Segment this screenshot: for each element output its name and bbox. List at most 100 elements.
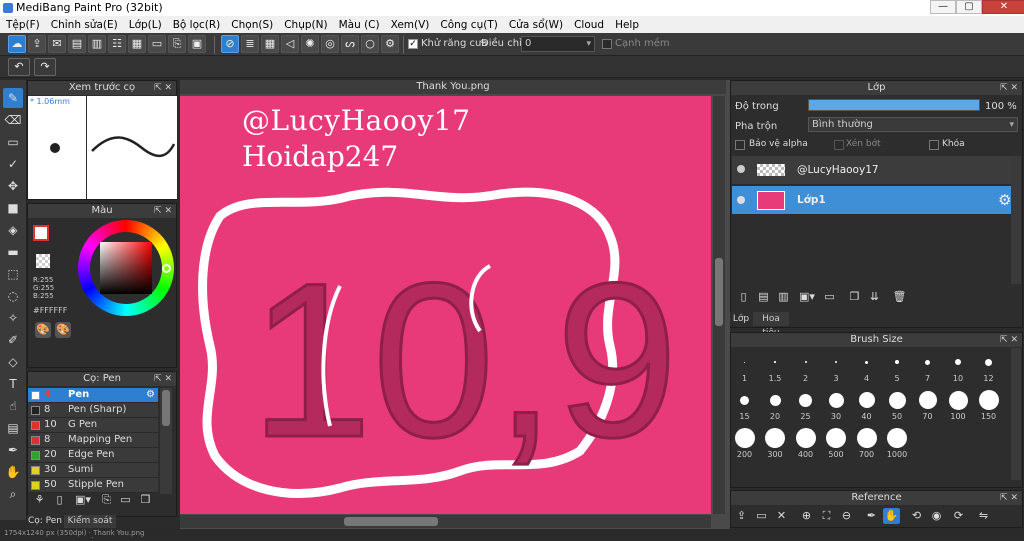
frame-tool-icon[interactable]: ▤ <box>3 418 23 438</box>
hue-handle[interactable] <box>162 264 171 273</box>
curve-snap-icon[interactable]: ᔕ <box>341 35 359 53</box>
cloud-icon[interactable]: ☁ <box>8 35 26 53</box>
canvas-artwork[interactable]: @LucyHaooy17 Hoidap247 10,9 <box>180 96 711 514</box>
gradient-tool-icon[interactable]: ▬ <box>3 242 23 262</box>
duplicate-brush-icon[interactable]: ❐ <box>137 492 154 508</box>
select-tool-icon[interactable]: ⬚ <box>3 264 23 284</box>
gear-icon[interactable]: ⚙ <box>998 191 1011 209</box>
brush-size-option[interactable]: 70 <box>913 390 942 426</box>
menu-view[interactable]: Xem(V) <box>391 19 430 31</box>
brush-list-scrollbar[interactable] <box>160 388 172 494</box>
panel-icon[interactable]: ▥ <box>88 35 106 53</box>
brush-size-option[interactable]: 20 <box>761 390 790 426</box>
palette-add-icon[interactable]: 🎨 <box>55 322 71 338</box>
add-brush-icon[interactable]: ⚘ <box>31 492 48 508</box>
lasso-tool-icon[interactable]: ◌ <box>3 286 23 306</box>
menu-file[interactable]: Tệp(F) <box>6 19 40 31</box>
new-layer-icon[interactable]: ▯ <box>735 289 752 305</box>
circle-snap-icon[interactable]: ○ <box>361 35 379 53</box>
brush-size-option[interactable]: 30 <box>822 390 851 426</box>
brush-size-option[interactable]: 400 <box>791 428 820 464</box>
menu-snap[interactable]: Chụp(N) <box>284 19 327 31</box>
brush-item[interactable]: 30 Sumi <box>28 463 158 478</box>
brush-size-option[interactable]: 150 <box>974 390 1003 426</box>
gear-icon[interactable]: ⚙ <box>146 388 155 402</box>
brush-size-option[interactable]: 700 <box>852 428 881 464</box>
menu-edit[interactable]: Chỉnh sửa(E) <box>51 19 118 31</box>
clipping-checkbox[interactable] <box>834 140 844 150</box>
select-eraser-icon[interactable]: ◇ <box>3 352 23 372</box>
reference-import-icon[interactable]: ⇪ <box>733 508 750 524</box>
flip-icon[interactable]: ⇋ <box>975 508 992 524</box>
brush-item[interactable]: 50 Stipple Pen <box>28 478 158 493</box>
brush-size-option[interactable]: 3 <box>822 352 851 388</box>
brush-size-option[interactable]: 1 <box>730 352 759 388</box>
brush-item[interactable]: 20 Edge Pen <box>28 448 158 463</box>
concentric-snap-icon[interactable]: ◎ <box>321 35 339 53</box>
tab-layer[interactable]: Lớp <box>730 312 752 326</box>
brush-size-option[interactable]: 100 <box>944 390 973 426</box>
reference-open-icon[interactable]: ▭ <box>753 508 770 524</box>
list-icon[interactable]: ☷ <box>108 35 126 53</box>
brush-size-option[interactable]: 300 <box>761 428 790 464</box>
cross-snap-icon[interactable]: ▦ <box>261 35 279 53</box>
brush-size-option[interactable]: 50 <box>883 390 912 426</box>
fit-icon[interactable]: ⛶ <box>818 508 835 524</box>
hue-ring[interactable] <box>78 220 174 316</box>
background-color-swatch[interactable] <box>36 254 50 268</box>
brush-size-option[interactable]: 25 <box>791 390 820 426</box>
blend-mode-select[interactable]: Bình thường <box>808 117 1018 132</box>
shape-tool-icon[interactable]: ■ <box>3 198 23 218</box>
menu-window[interactable]: Cửa sổ(W) <box>509 19 563 31</box>
snap-settings-icon[interactable]: ⚙ <box>381 35 399 53</box>
add-layer-menu-icon[interactable]: ▣▾ <box>795 289 819 305</box>
undo-icon[interactable]: ↶ <box>8 58 30 76</box>
palette-icon[interactable]: 🎨 <box>35 322 51 338</box>
radial-snap-icon[interactable]: ✺ <box>301 35 319 53</box>
brush-size-option[interactable]: 200 <box>730 428 759 464</box>
brush-size-option[interactable]: 1000 <box>883 428 912 464</box>
canvas-horizontal-scrollbar[interactable] <box>180 515 711 528</box>
export-icon[interactable]: ⎘ <box>168 35 186 53</box>
menu-filter[interactable]: Bộ lọc(R) <box>173 19 221 31</box>
select-pen-icon[interactable]: ✐ <box>3 330 23 350</box>
snap-off-icon[interactable]: ⊘ <box>221 35 239 53</box>
layer-folder-icon[interactable]: ▭ <box>821 289 838 305</box>
menu-select[interactable]: Chọn(S) <box>231 19 273 31</box>
canvas-tab[interactable]: Thank You.png <box>180 80 726 94</box>
minimize-button[interactable]: — <box>930 0 956 14</box>
brush-size-option[interactable]: 15 <box>730 390 759 426</box>
magic-wand-icon[interactable]: ✧ <box>3 308 23 328</box>
brush-size-option[interactable]: 12 <box>974 352 1003 388</box>
menu-tools[interactable]: Công cụ(T) <box>440 19 497 31</box>
delete-layer-icon[interactable]: 🗑 <box>891 289 908 305</box>
new-halftone-layer-icon[interactable]: ▤ <box>755 289 772 305</box>
brush-item[interactable]: 10 G Pen <box>28 418 158 433</box>
text-tool-icon[interactable]: T <box>3 374 23 394</box>
brush-item[interactable]: 8 Mapping Pen <box>28 433 158 448</box>
merge-layer-icon[interactable]: ⇊ <box>866 289 883 305</box>
page-icon[interactable]: ▭ <box>148 35 166 53</box>
brush-size-option[interactable]: 5 <box>883 352 912 388</box>
menu-cloud[interactable]: Cloud <box>574 19 604 31</box>
rotate-left-icon[interactable]: ⟲ <box>908 508 925 524</box>
layer-row[interactable]: Lớp1 ⚙ <box>732 186 1021 215</box>
redo-icon[interactable]: ↷ <box>34 58 56 76</box>
saturation-square[interactable] <box>100 242 152 294</box>
layer-list-scrollbar[interactable] <box>1011 156 1021 284</box>
duplicate-layer-icon[interactable]: ❐ <box>846 289 863 305</box>
brush-size-option[interactable]: 7 <box>913 352 942 388</box>
note-icon[interactable]: ▤ <box>68 35 86 53</box>
opacity-slider[interactable] <box>808 99 980 111</box>
tab-brush[interactable]: Cọ: Pen <box>27 515 63 528</box>
eraser-tool-icon[interactable]: ⌫ <box>3 110 23 130</box>
brush-size-option[interactable]: 40 <box>852 390 881 426</box>
brush-folder-icon[interactable]: ▭ <box>117 492 134 508</box>
hand-tool-icon[interactable]: ✋ <box>3 462 23 482</box>
rotate-right-icon[interactable]: ⟳ <box>950 508 967 524</box>
reference-close-icon[interactable]: ✕ <box>773 508 790 524</box>
new-brush-icon[interactable]: ▯ <box>51 492 68 508</box>
copy-brush-icon[interactable]: ⎘ <box>98 492 115 508</box>
protect-alpha-checkbox[interactable] <box>735 140 745 150</box>
upload-icon[interactable]: ⇪ <box>28 35 46 53</box>
